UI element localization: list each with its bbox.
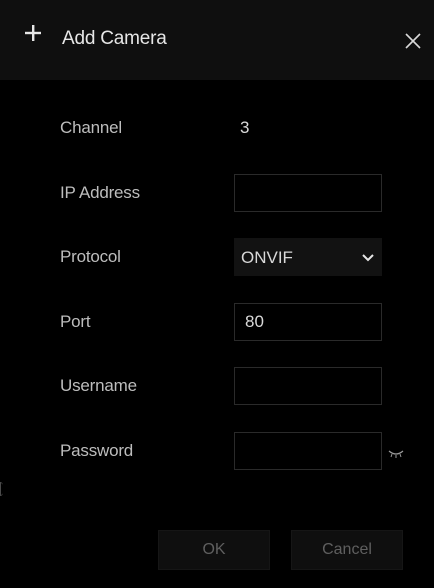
ip-address-input[interactable] [234,174,382,212]
add-camera-dialog: Add Camera Channel 3 IP Address Protocol… [0,0,434,588]
port-label: Port [60,312,91,331]
cancel-button[interactable]: Cancel [291,530,403,570]
channel-value: 3 [240,118,250,137]
edge-decoration [0,482,3,496]
username-label: Username [60,376,137,395]
ip-address-label: IP Address [60,183,140,202]
channel-label: Channel [60,118,122,137]
chevron-down-icon [362,254,374,262]
protocol-select[interactable]: ONVIF [234,238,382,276]
eye-closed-icon[interactable] [388,449,404,459]
plus-icon [25,25,41,41]
protocol-label: Protocol [60,247,121,266]
protocol-selected-value: ONVIF [241,248,293,267]
password-label: Password [60,441,134,460]
username-input[interactable] [234,367,382,405]
dialog-title-bar: Add Camera [0,0,434,80]
dialog-body: Channel 3 IP Address Protocol ONVIF Port… [0,80,434,588]
ok-button[interactable]: OK [158,530,270,570]
password-input[interactable] [234,432,382,470]
port-input[interactable] [234,303,382,341]
dialog-title: Add Camera [62,28,167,49]
close-icon[interactable] [404,32,422,50]
